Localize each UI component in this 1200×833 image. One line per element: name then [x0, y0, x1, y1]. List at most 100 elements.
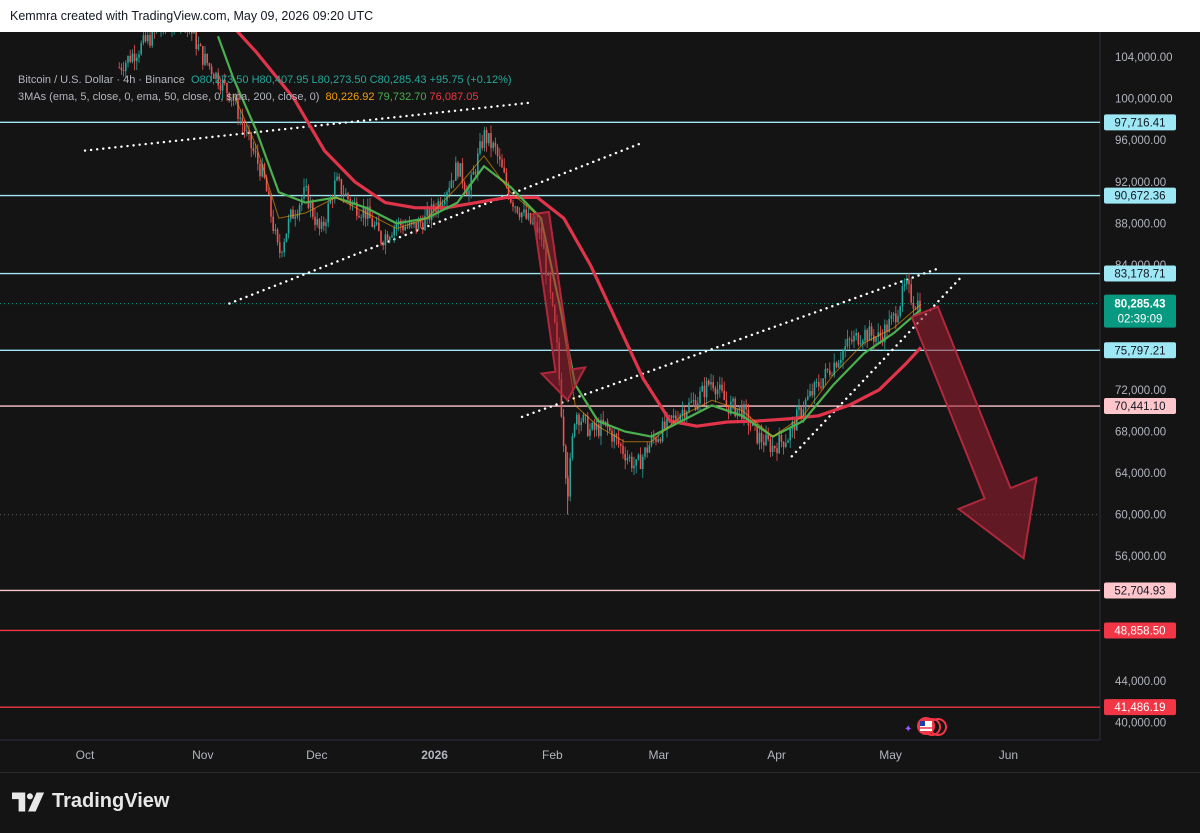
- level-tag-label-3: 75,797.21: [1114, 345, 1165, 357]
- arrow-annotation-5[interactable]: [910, 305, 1038, 561]
- candle-body: [391, 235, 393, 238]
- candle-body: [144, 35, 147, 42]
- candle-body: [870, 326, 873, 336]
- y-tick-label-2: 96,000.00: [1115, 135, 1166, 147]
- candle-body: [279, 242, 281, 253]
- candle-body: [578, 414, 580, 426]
- legend-open: O80,273.50: [191, 74, 249, 86]
- candle-body: [664, 421, 666, 429]
- candle-body: [745, 404, 747, 410]
- candle-body: [826, 368, 829, 371]
- candle-body: [193, 30, 195, 34]
- y-tick-label-9: 60,000.00: [1115, 510, 1166, 522]
- candle-body: [481, 141, 483, 148]
- legend-indicator-row: 3MAs (ema, 5, close, 0, ema, 50, close, …: [18, 89, 512, 106]
- candle-body: [457, 162, 459, 177]
- legend-ma1-value: 80,226.92: [325, 91, 375, 103]
- chart-area[interactable]: 104,000.00 100,000.00 96,000.00 92,000.00 88…: [0, 3, 1200, 772]
- candle-body: [371, 218, 373, 227]
- y-tick-label-4: 88,000.00: [1115, 218, 1166, 230]
- candle-body: [569, 457, 571, 497]
- candle-body: [285, 233, 288, 243]
- time-axis[interactable]: Oct Nov Dec 2026 Feb Mar Apr May Jun: [76, 748, 1018, 762]
- candle-body: [345, 193, 347, 196]
- candle-body: [514, 206, 516, 208]
- candle-body: [450, 180, 453, 188]
- candle-body: [386, 234, 389, 241]
- tradingview-logo[interactable]: TradingView: [12, 790, 169, 813]
- candle-body: [323, 221, 325, 226]
- candle-body: [582, 414, 585, 422]
- candle-body: [890, 315, 893, 319]
- legend-close: C80,285.43: [369, 74, 427, 86]
- tradingview-chart-screenshot: { "header": { "caption": "Kemmra created…: [0, 0, 1200, 833]
- candle-body: [631, 456, 633, 469]
- y-tick-label-1: 100,000.00: [1115, 94, 1173, 106]
- candle-body: [340, 179, 343, 195]
- candle-body: [862, 340, 864, 344]
- candle-body: [283, 242, 285, 253]
- dotted-trendlines: [83, 101, 964, 458]
- level-tag-label-0: 97,716.41: [1114, 117, 1165, 129]
- candle-body: [360, 217, 362, 219]
- candle-body: [133, 53, 136, 62]
- candle-body: [274, 229, 277, 231]
- legend-ma2-value: 79,732.70: [377, 91, 427, 103]
- candle-body: [912, 302, 915, 309]
- header-caption: Kemmra created with TradingView.com, May…: [10, 9, 374, 23]
- level-tag-label-2: 83,178.71: [1114, 269, 1165, 281]
- candle-body: [875, 336, 877, 342]
- y-tick-label-12: 40,000.00: [1115, 718, 1166, 730]
- price-chart[interactable]: 104,000.00 100,000.00 96,000.00 92,000.00 88…: [0, 3, 1200, 772]
- candle-body: [822, 378, 824, 388]
- candle-body: [529, 213, 532, 224]
- candle-body: [782, 441, 785, 447]
- candle-body: [763, 442, 765, 446]
- x-tick-label-0: Oct: [76, 748, 95, 762]
- candle-body: [347, 193, 349, 200]
- candle-body: [246, 130, 248, 132]
- candle-body: [294, 216, 296, 219]
- candle-body: [243, 124, 246, 132]
- candle-body: [637, 454, 640, 460]
- candle-body: [892, 313, 895, 316]
- us-flag-events-icon[interactable]: ✦: [904, 717, 947, 736]
- candle-body: [908, 279, 910, 285]
- candle-body: [276, 229, 279, 243]
- candle-body: [778, 435, 780, 454]
- candle-body: [138, 54, 140, 58]
- dotted-trendline-0[interactable]: [83, 101, 531, 152]
- candle-body: [270, 194, 272, 217]
- candle-body: [252, 148, 255, 152]
- candle-body: [204, 53, 206, 65]
- candle-body: [129, 56, 131, 62]
- legend-indicator: 3MAs (ema, 5, close, 0, ema, 50, close, …: [18, 91, 320, 103]
- candle-body: [459, 163, 461, 177]
- chart-legend: Bitcoin / U.S. Dollar · 4h · Binance O80…: [18, 72, 512, 106]
- footer-bar: TradingView: [0, 772, 1200, 833]
- candle-body: [206, 53, 208, 64]
- candle-body: [292, 209, 294, 219]
- x-tick-label-7: May: [879, 748, 902, 762]
- candle-body: [415, 222, 417, 230]
- candle-body: [202, 45, 204, 65]
- candle-body: [807, 396, 809, 400]
- candle-body: [516, 206, 519, 213]
- candle-body: [910, 284, 912, 303]
- candle-body: [147, 34, 149, 42]
- candle-body: [725, 400, 728, 405]
- candle-body: [494, 142, 497, 147]
- y-tick-label-10: 56,000.00: [1115, 551, 1166, 563]
- candle-body: [901, 286, 904, 307]
- candle-body: [789, 428, 791, 441]
- candle-body: [358, 215, 360, 218]
- candle-body: [444, 201, 446, 205]
- candle-body: [853, 335, 855, 342]
- candle-body: [136, 57, 138, 62]
- candle-body: [818, 382, 820, 387]
- candle-body: [408, 222, 411, 228]
- dotted-trendline-1[interactable]: [228, 141, 645, 305]
- candle-body: [811, 390, 813, 396]
- x-tick-label-3: 2026: [421, 748, 448, 762]
- candle-body: [422, 222, 424, 231]
